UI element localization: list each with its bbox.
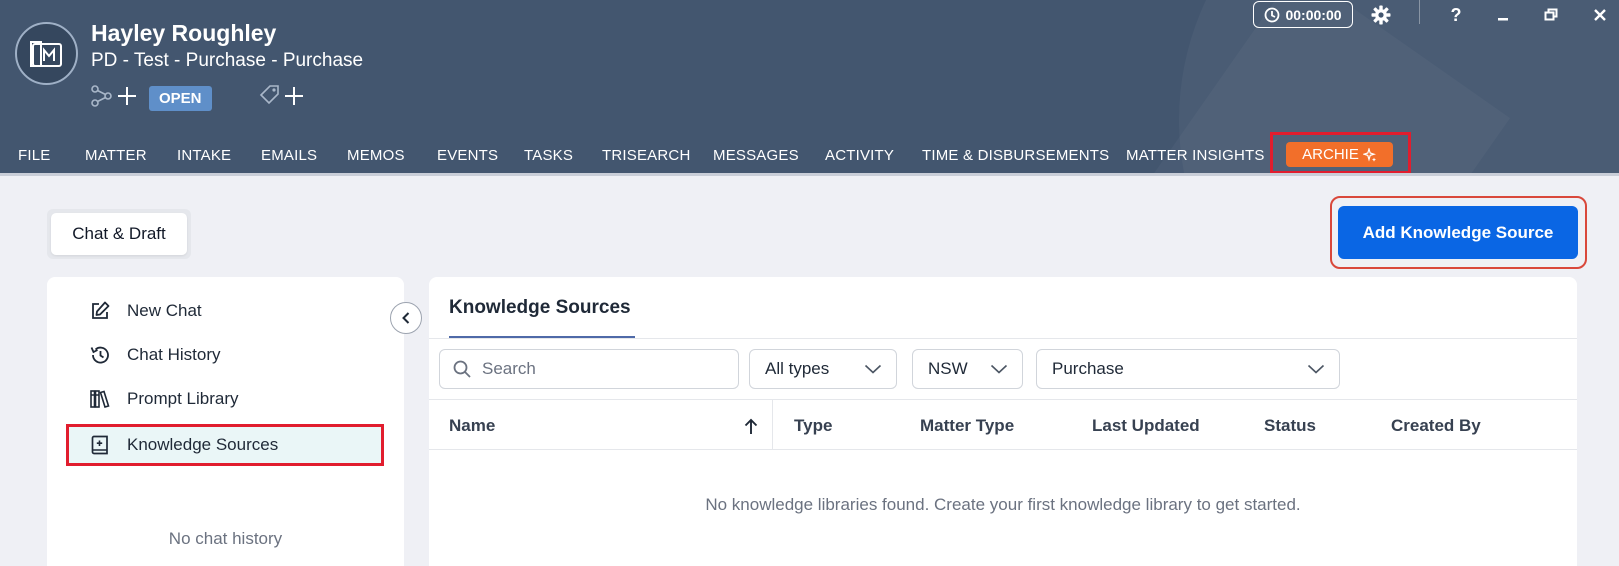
state-filter-value: NSW bbox=[928, 359, 968, 378]
tab-tasks[interactable]: TASKS bbox=[524, 147, 573, 164]
tab-trisearch[interactable]: TRISEARCH bbox=[602, 147, 690, 164]
knowledge-book-icon bbox=[91, 435, 108, 455]
tab-intake[interactable]: INTAKE bbox=[177, 147, 231, 164]
tab-emails[interactable]: EMAILS bbox=[261, 147, 317, 164]
column-header-last-updated[interactable]: Last Updated bbox=[1092, 416, 1200, 436]
chat-draft-toggle: Chat & Draft bbox=[47, 209, 191, 259]
column-header-name[interactable]: Name bbox=[449, 416, 495, 436]
status-badge[interactable]: OPEN bbox=[149, 85, 212, 111]
tab-file[interactable]: FILE bbox=[18, 147, 50, 164]
chat-draft-button[interactable]: Chat & Draft bbox=[51, 213, 187, 255]
edit-icon bbox=[92, 301, 110, 319]
divider bbox=[429, 338, 1577, 339]
library-books-icon bbox=[90, 390, 110, 408]
type-filter-value: All types bbox=[765, 359, 830, 378]
tab-events[interactable]: EVENTS bbox=[437, 147, 498, 164]
matter-name: PD - Test - Purchase - Purchase bbox=[91, 50, 364, 71]
sidebar-item-new-chat[interactable]: New Chat bbox=[89, 298, 202, 324]
client-name: Hayley Roughley bbox=[91, 20, 277, 46]
tab-messages[interactable]: MESSAGES bbox=[713, 147, 799, 164]
sort-ascending-icon[interactable] bbox=[743, 418, 759, 436]
column-divider bbox=[772, 399, 773, 449]
tab-time-disbursements[interactable]: TIME & DISBURSEMENTS bbox=[922, 147, 1109, 164]
no-chat-history-text: No chat history bbox=[168, 529, 283, 548]
column-header-type[interactable]: Type bbox=[794, 416, 832, 436]
state-filter-select[interactable]: NSW bbox=[912, 349, 1023, 389]
divider bbox=[429, 399, 1577, 400]
matter-type-filter-value: Purchase bbox=[1052, 359, 1124, 378]
timer-button[interactable]: 00:00:00 bbox=[1253, 1, 1353, 28]
search-box bbox=[439, 349, 739, 389]
column-header-matter-type[interactable]: Matter Type bbox=[920, 416, 1014, 436]
type-filter-select[interactable]: All types bbox=[749, 349, 897, 389]
close-window-icon[interactable] bbox=[1585, 2, 1615, 28]
sidebar-item-label: Knowledge Sources bbox=[127, 435, 279, 454]
header-bottom-border bbox=[0, 173, 1619, 176]
search-icon bbox=[453, 360, 471, 378]
restore-window-icon[interactable] bbox=[1536, 2, 1566, 28]
workflow-add-icon[interactable] bbox=[91, 84, 139, 113]
history-icon bbox=[90, 346, 109, 364]
page-title: Knowledge Sources bbox=[449, 297, 631, 318]
chevron-down-icon bbox=[990, 364, 1008, 374]
knowledge-sources-panel: Knowledge Sources All types NSW Purchase… bbox=[429, 277, 1577, 566]
tab-memos[interactable]: MEMOS bbox=[347, 147, 405, 164]
column-header-status[interactable]: Status bbox=[1264, 416, 1316, 436]
matter-logo-icon bbox=[15, 22, 78, 85]
sparkle-icon bbox=[1362, 147, 1376, 162]
tab-matter[interactable]: MATTER bbox=[85, 147, 147, 164]
tag-add-icon[interactable] bbox=[258, 84, 306, 113]
sidebar-item-knowledge-sources[interactable]: Knowledge Sources bbox=[89, 432, 278, 458]
tab-activity[interactable]: ACTIVITY bbox=[825, 147, 894, 164]
tab-matter-insights[interactable]: MATTER INSIGHTS bbox=[1126, 147, 1265, 164]
tab-archie[interactable]: ARCHIE bbox=[1286, 142, 1393, 167]
add-knowledge-source-button[interactable]: Add Knowledge Source bbox=[1338, 206, 1578, 259]
collapse-sidebar-button[interactable] bbox=[390, 302, 422, 334]
archie-sidebar: New Chat Chat History Prompt Library Kno… bbox=[47, 277, 404, 566]
chevron-down-icon bbox=[864, 364, 882, 374]
help-icon[interactable]: ? bbox=[1441, 2, 1471, 28]
settings-gear-icon[interactable] bbox=[1366, 2, 1396, 28]
divider bbox=[429, 449, 1577, 450]
sidebar-item-label: Prompt Library bbox=[127, 389, 239, 408]
search-input[interactable] bbox=[482, 359, 722, 379]
minimize-icon[interactable] bbox=[1488, 2, 1518, 28]
sidebar-item-label: New Chat bbox=[127, 301, 202, 320]
sidebar-item-label: Chat History bbox=[127, 345, 221, 364]
matter-type-filter-select[interactable]: Purchase bbox=[1036, 349, 1340, 389]
window-controls-divider bbox=[1419, 0, 1420, 24]
chevron-left-icon bbox=[402, 312, 410, 324]
clock-icon bbox=[1265, 7, 1280, 22]
empty-state-message: No knowledge libraries found. Create you… bbox=[705, 495, 1301, 514]
column-header-created-by[interactable]: Created By bbox=[1391, 416, 1481, 436]
timer-value: 00:00:00 bbox=[1285, 6, 1342, 23]
tab-archie-label: ARCHIE bbox=[1302, 146, 1359, 163]
chevron-down-icon bbox=[1307, 364, 1325, 374]
sidebar-item-prompt-library[interactable]: Prompt Library bbox=[89, 386, 238, 412]
matter-tools-row: OPEN bbox=[91, 84, 306, 112]
sidebar-item-chat-history[interactable]: Chat History bbox=[89, 342, 221, 368]
